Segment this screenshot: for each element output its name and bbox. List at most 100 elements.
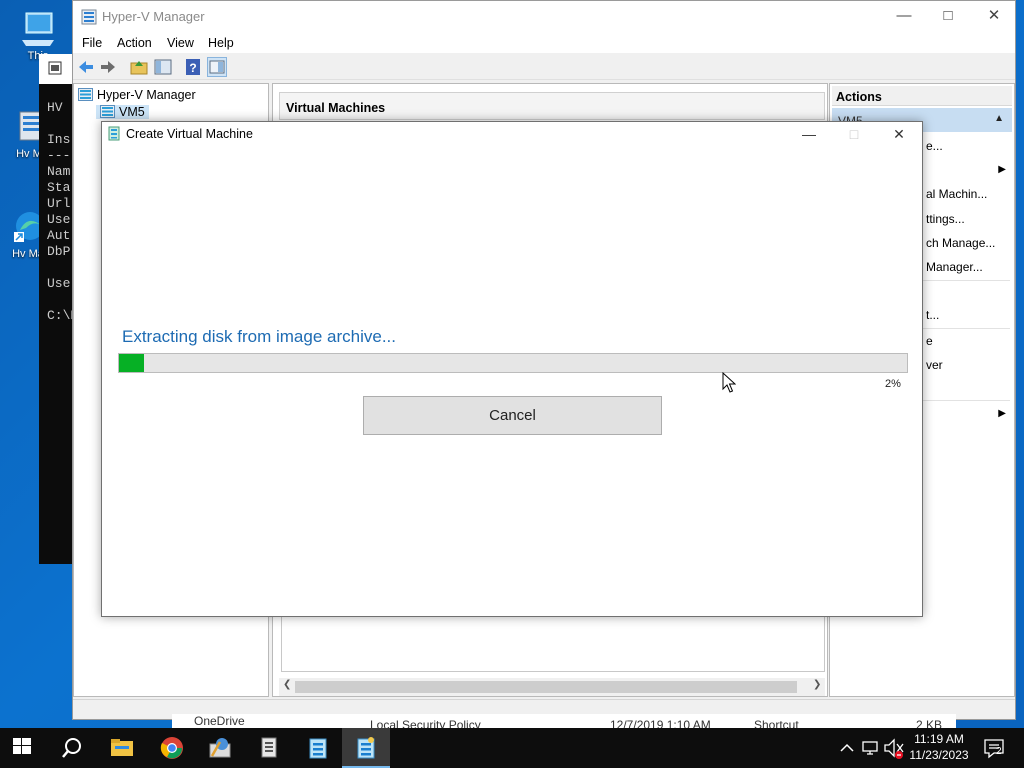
- search-icon: [62, 738, 81, 758]
- tree-node-hyperv-manager[interactable]: Hyper-V Manager: [78, 88, 196, 102]
- tree-node-server-vm5[interactable]: VM5: [96, 105, 149, 119]
- folder-up-icon: [130, 61, 148, 75]
- network-tray-button[interactable]: [860, 728, 882, 768]
- action-item[interactable]: ch Manage...: [926, 236, 995, 250]
- hyperv-title-bar[interactable]: Hyper-V Manager — □ ✕: [73, 1, 1015, 33]
- file-explorer-window-partial[interactable]: OneDrive Local Security Policy 12/7/2019…: [172, 714, 956, 728]
- taskbar: 11:19 AM 11/23/2023 2: [0, 728, 1024, 768]
- divider: [922, 328, 1010, 329]
- dialog-title: Create Virtual Machine: [126, 127, 253, 141]
- taskbar-chrome[interactable]: [148, 728, 196, 768]
- notifications-icon: [984, 739, 1004, 759]
- action-item[interactable]: al Machin...: [926, 187, 987, 201]
- menu-view[interactable]: View: [167, 36, 194, 50]
- divider: [922, 280, 1010, 281]
- create-vm-icon: [357, 737, 375, 759]
- taskbar-server-manager[interactable]: [246, 728, 294, 768]
- menu-file[interactable]: File: [82, 36, 102, 50]
- console-line: Use: [47, 212, 71, 227]
- help-button[interactable]: ?: [183, 57, 203, 77]
- create-virtual-machine-dialog[interactable]: Create Virtual Machine — □ ✕ Extracting …: [101, 121, 923, 617]
- console-line: Sta: [47, 180, 71, 195]
- minimize-icon: —: [896, 7, 912, 24]
- dialog-minimize-button[interactable]: —: [787, 122, 831, 146]
- divider: [922, 400, 1010, 401]
- hyperv-manager-icon: [309, 738, 327, 759]
- action-pane-icon: [209, 60, 225, 74]
- create-vm-app-icon: [108, 126, 120, 141]
- minimize-button[interactable]: —: [881, 1, 927, 33]
- window-title: Hyper-V Manager: [102, 9, 205, 24]
- back-arrow-icon: [79, 61, 93, 73]
- console-line: Aut: [47, 228, 71, 243]
- action-item[interactable]: e: [926, 334, 933, 348]
- dialog-close-button[interactable]: ✕: [877, 122, 921, 146]
- taskbar-file-explorer[interactable]: [98, 728, 146, 768]
- file-name[interactable]: Local Security Policy: [370, 718, 481, 728]
- file-type: Shortcut: [754, 718, 799, 728]
- close-icon: ✕: [987, 7, 1001, 24]
- console-tree-icon: [154, 59, 172, 75]
- show-hide-action-pane-button[interactable]: [207, 57, 227, 77]
- forward-button[interactable]: [98, 57, 118, 77]
- start-button[interactable]: [0, 728, 48, 768]
- menu-action[interactable]: Action: [117, 36, 152, 50]
- forward-arrow-icon: [101, 61, 115, 73]
- scroll-left-icon[interactable]: ❮: [283, 679, 291, 690]
- action-item[interactable]: Manager...: [926, 260, 983, 274]
- action-item[interactable]: ttings...: [926, 212, 965, 226]
- scroll-right-icon[interactable]: ❯: [813, 679, 821, 690]
- hyperv-manager-node-icon: [78, 88, 93, 101]
- minimize-icon: —: [802, 126, 816, 142]
- show-hide-console-tree-button[interactable]: [153, 57, 173, 77]
- action-item[interactable]: e...: [926, 139, 943, 153]
- search-button[interactable]: [48, 728, 96, 768]
- console-line: ---: [47, 148, 71, 163]
- scrollbar-thumb[interactable]: [295, 681, 797, 693]
- virtual-machines-header: Virtual Machines: [279, 92, 825, 120]
- dialog-maximize-button: □: [832, 122, 876, 146]
- horizontal-scrollbar[interactable]: ❮ ❯: [279, 678, 825, 696]
- folder-icon: [111, 739, 133, 756]
- maximize-icon: □: [943, 7, 953, 24]
- back-button[interactable]: [76, 57, 96, 77]
- onedrive-nav-item[interactable]: OneDrive: [194, 714, 245, 728]
- tree-node-label: VM5: [119, 105, 145, 119]
- console-app-icon: [48, 61, 62, 75]
- clock[interactable]: 11:19 AM 11/23/2023: [904, 731, 974, 763]
- submenu-arrow-icon: ▶: [998, 408, 1006, 419]
- show-hidden-icons-button[interactable]: [836, 728, 858, 768]
- taskbar-control-panel[interactable]: [196, 728, 244, 768]
- progress-status-text: Extracting disk from image archive...: [122, 327, 396, 346]
- console-line: HV: [47, 100, 63, 115]
- menu-help[interactable]: Help: [208, 36, 234, 50]
- clock-date: 11/23/2023: [909, 748, 969, 762]
- action-item[interactable]: t...: [926, 308, 939, 322]
- action-center-button[interactable]: 2: [980, 728, 1010, 768]
- menu-bar: File Action View Help: [73, 33, 1015, 53]
- chevron-up-icon: [840, 743, 854, 752]
- console-line: DbP: [47, 244, 71, 259]
- taskbar-create-vm[interactable]: [342, 728, 390, 768]
- cancel-button[interactable]: Cancel: [363, 396, 662, 435]
- server-node-icon: [100, 105, 115, 118]
- progress-bar: [118, 353, 908, 373]
- maximize-button[interactable]: □: [925, 1, 971, 33]
- dialog-title-bar[interactable]: Create Virtual Machine — □ ✕: [102, 122, 922, 146]
- collapse-up-icon[interactable]: ▲: [994, 113, 1004, 124]
- up-one-level-button[interactable]: [129, 57, 149, 77]
- server-manager-icon: [261, 737, 277, 758]
- maximize-icon: □: [849, 126, 859, 142]
- toolbar: ?: [73, 54, 1015, 80]
- console-line: Url: [47, 196, 71, 211]
- volume-tray-button[interactable]: [882, 728, 906, 768]
- mouse-cursor-icon: [722, 372, 736, 393]
- taskbar-hyperv-manager[interactable]: [294, 728, 342, 768]
- submenu-arrow-icon: ▶: [998, 164, 1006, 175]
- close-icon: ✕: [893, 126, 905, 142]
- network-icon: [862, 741, 878, 755]
- close-button[interactable]: ✕: [971, 1, 1017, 33]
- this-pc-icon: [18, 10, 58, 48]
- help-icon: ?: [186, 59, 200, 75]
- action-item[interactable]: ver: [926, 358, 943, 372]
